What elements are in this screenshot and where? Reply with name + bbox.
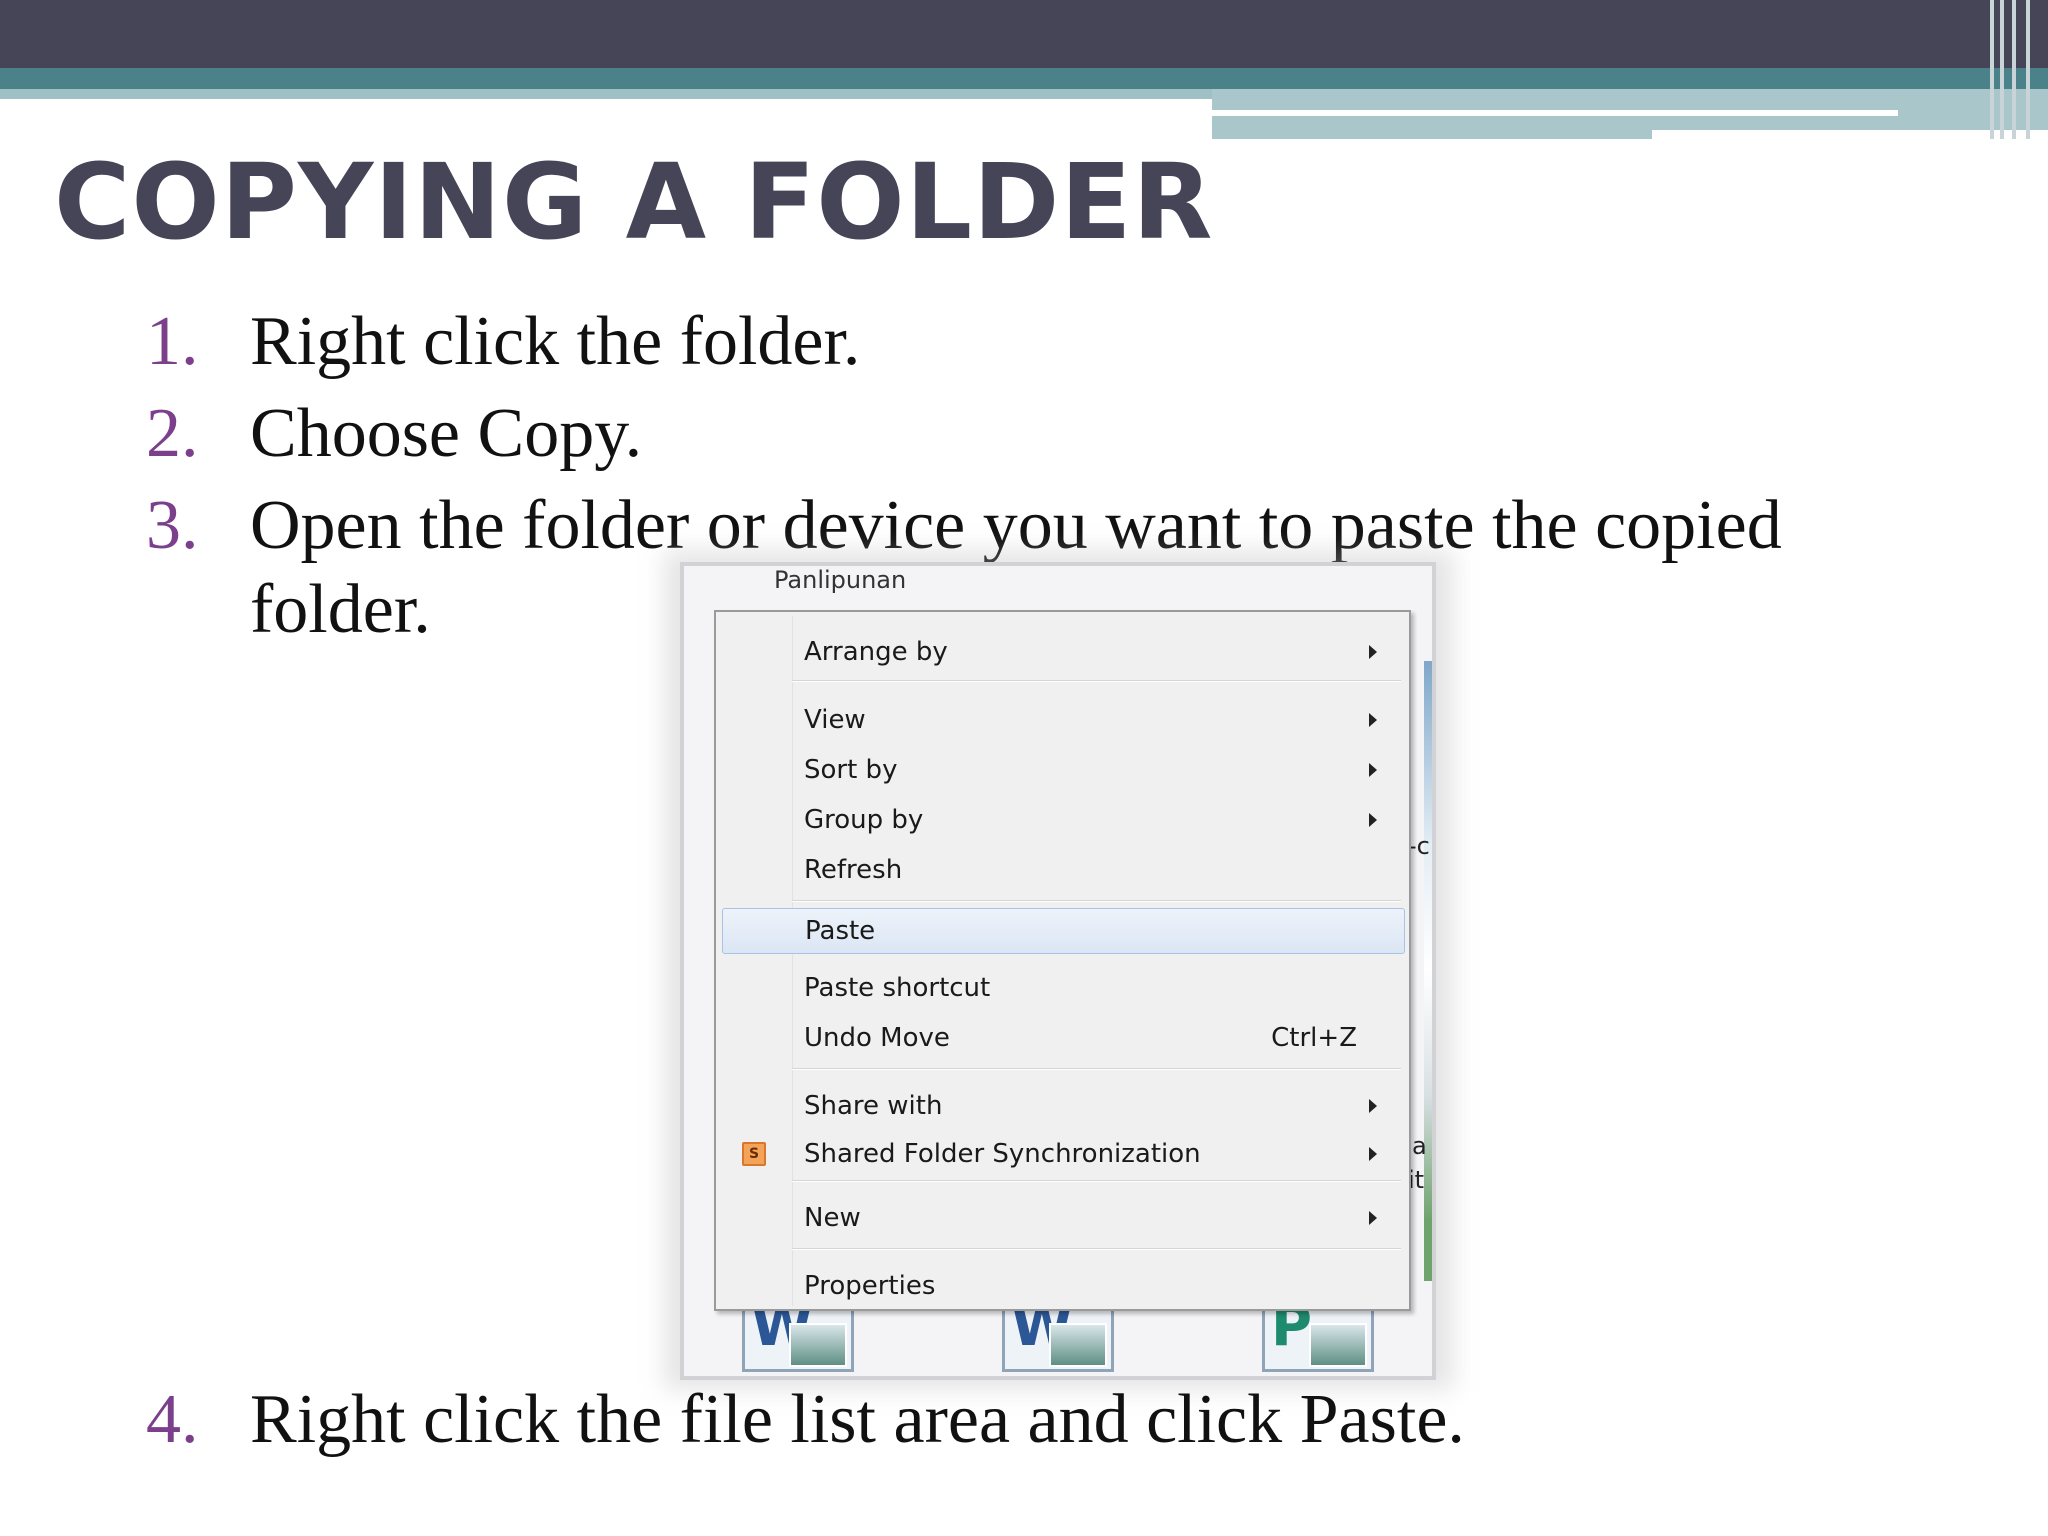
menu-item-shared-folder-sync[interactable]: S Shared Folder Synchronization	[720, 1132, 1405, 1178]
submenu-arrow-icon	[1369, 713, 1377, 727]
background-text-fragment: a	[1412, 1132, 1427, 1160]
background-text-fragment: -c	[1408, 832, 1430, 860]
step-text: Choose Copy.	[250, 395, 643, 472]
menu-item-undo-move[interactable]: Undo Move Ctrl+Z	[720, 1016, 1405, 1062]
sync-folder-icon: S	[742, 1142, 766, 1166]
submenu-arrow-icon	[1369, 1147, 1377, 1161]
shortcut-label: Ctrl+Z	[1271, 1023, 1357, 1053]
header-line	[1212, 110, 1898, 116]
step-number: 2.	[146, 395, 199, 472]
step-number: 1.	[146, 303, 199, 380]
step-text-line-2: folder.	[250, 571, 431, 648]
step-text: Right click the folder.	[250, 303, 861, 380]
menu-item-refresh[interactable]: Refresh	[720, 848, 1405, 894]
header-line	[1652, 130, 2048, 139]
menu-separator	[792, 1180, 1401, 1182]
word-document-icon[interactable]: W	[742, 1299, 854, 1372]
word-document-icon[interactable]: W	[1002, 1299, 1114, 1372]
menu-item-view[interactable]: View	[720, 698, 1405, 744]
menu-item-new[interactable]: New	[720, 1196, 1405, 1242]
menu-item-properties[interactable]: Properties	[720, 1264, 1405, 1310]
menu-item-group-by[interactable]: Group by	[720, 798, 1405, 844]
header-vertical-line	[2026, 0, 2030, 139]
submenu-arrow-icon	[1369, 763, 1377, 777]
submenu-arrow-icon	[1369, 813, 1377, 827]
publisher-document-icon[interactable]: P	[1262, 1299, 1374, 1372]
slide-title: COPYING A FOLDER	[54, 141, 1214, 263]
menu-item-paste[interactable]: Paste	[722, 908, 1405, 954]
menu-item-paste-shortcut[interactable]: Paste shortcut	[720, 966, 1405, 1012]
header-bar-light	[0, 89, 1212, 99]
menu-item-arrange-by[interactable]: Arrange by	[720, 630, 1405, 676]
submenu-arrow-icon	[1369, 1211, 1377, 1225]
header-vertical-line	[2000, 0, 2004, 139]
menu-item-sort-by[interactable]: Sort by	[720, 748, 1405, 794]
menu-separator	[792, 900, 1401, 902]
header-bar-dark	[0, 0, 2048, 68]
context-menu: Arrange by View Sort by Group by Refresh…	[714, 610, 1411, 1311]
step-number: 4.	[146, 1381, 199, 1458]
header-vertical-line	[1990, 0, 1994, 139]
breadcrumb: Panlipunan	[774, 566, 907, 594]
background-file-strip	[1424, 661, 1432, 1281]
header-bar-teal	[0, 68, 2048, 89]
step-number: 3.	[146, 487, 199, 564]
menu-separator	[792, 680, 1401, 682]
header-vertical-line	[2012, 0, 2016, 139]
menu-item-share-with[interactable]: Share with	[720, 1084, 1405, 1130]
step-text: Right click the file list area and click…	[250, 1381, 1465, 1458]
submenu-arrow-icon	[1369, 1099, 1377, 1113]
menu-separator	[792, 1248, 1401, 1250]
submenu-arrow-icon	[1369, 645, 1377, 659]
menu-separator	[792, 1068, 1401, 1070]
